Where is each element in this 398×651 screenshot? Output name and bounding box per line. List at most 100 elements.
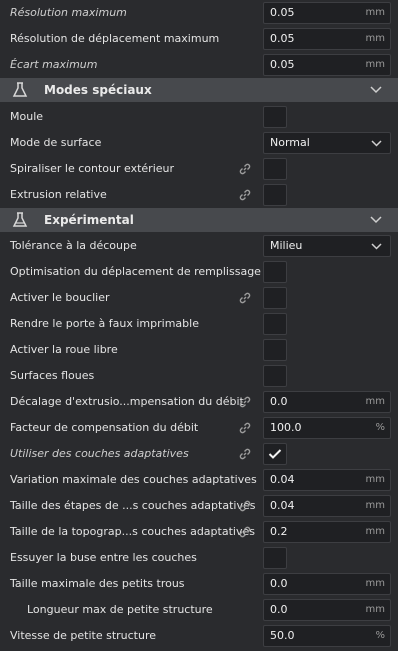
field-value: 100.0 <box>270 421 302 434</box>
setting-label: Utiliser des couches adaptatives <box>10 447 189 460</box>
coasting-checkbox[interactable] <box>263 339 287 361</box>
checkmark-icon <box>268 449 282 459</box>
adaptive-topography-input[interactable]: 0.2 mm <box>263 521 391 543</box>
small-hole-max-size-input[interactable]: 0.0 mm <box>263 573 391 595</box>
surface-mode-select[interactable]: Normal <box>263 132 391 154</box>
field-value: 0.0 <box>270 395 288 408</box>
setting-label: Écart maximum <box>10 58 98 71</box>
setting-label: Taille des étapes de ...s couches adapta… <box>10 499 256 512</box>
setting-label: Tolérance à la découpe <box>10 239 137 252</box>
field-unit: mm <box>365 59 385 70</box>
setting-row-mold: Moule <box>0 104 398 130</box>
adaptive-variation-input[interactable]: 0.04 mm <box>263 469 391 491</box>
slicing-tolerance-select[interactable]: Milieu <box>263 235 391 257</box>
setting-row-small-feature-speed: Vitesse de petite structure 50.0 % <box>0 623 398 649</box>
setting-row-small-feature-length: Longueur max de petite structure 0.0 mm <box>0 597 398 623</box>
select-value: Milieu <box>270 239 303 252</box>
setting-row-wipe-nozzle: Essuyer la buse entre les couches <box>0 545 398 571</box>
field-unit: % <box>375 630 385 641</box>
flask-icon <box>12 82 28 97</box>
mold-checkbox[interactable] <box>263 106 287 128</box>
adaptive-step-input[interactable]: 0.04 mm <box>263 495 391 517</box>
setting-label: Optimisation du déplacement de remplissa… <box>10 265 261 278</box>
setting-label: Extrusion relative <box>10 188 107 201</box>
setting-row-relative-extrusion: Extrusion relative <box>0 182 398 208</box>
section-header-experimental[interactable]: Expérimental <box>0 208 398 232</box>
flow-factor-input[interactable]: 100.0 % <box>263 417 391 439</box>
section-title: Modes spéciaux <box>44 83 152 97</box>
infill-travel-optimization-checkbox[interactable] <box>263 261 287 283</box>
setting-row-fuzzy-skin: Surfaces floues <box>0 363 398 389</box>
flow-offset-input[interactable]: 0.0 mm <box>263 391 391 413</box>
setting-label: Activer le bouclier <box>10 291 110 304</box>
setting-row-flow-offset: Décalage d'extrusio...mpensation du débi… <box>0 389 398 415</box>
setting-row-adaptive-layers: Utiliser des couches adaptatives <box>0 441 398 467</box>
field-unit: mm <box>365 604 385 615</box>
fuzzy-skin-checkbox[interactable] <box>263 365 287 387</box>
field-unit: mm <box>365 474 385 485</box>
setting-row-coasting: Activer la roue libre <box>0 337 398 363</box>
setting-label: Mode de surface <box>10 136 102 149</box>
relative-extrusion-checkbox[interactable] <box>263 184 287 206</box>
field-value: 0.2 <box>270 525 288 538</box>
chevron-down-icon[interactable] <box>370 86 382 94</box>
small-feature-length-input[interactable]: 0.0 mm <box>263 599 391 621</box>
field-unit: mm <box>365 33 385 44</box>
setting-label: Moule <box>10 110 44 123</box>
setting-label: Taille de la topograp...s couches adapta… <box>10 525 255 538</box>
setting-label: Rendre le porte à faux imprimable <box>10 317 199 330</box>
setting-label: Vitesse de petite structure <box>10 629 157 642</box>
setting-label: Essuyer la buse entre les couches <box>10 551 197 564</box>
max-resolution-input[interactable]: 0.05 mm <box>263 2 391 24</box>
section-title: Expérimental <box>44 213 134 227</box>
setting-row-max-travel-resolution: Résolution de déplacement maximum 0.05 m… <box>0 26 398 52</box>
field-unit: mm <box>365 578 385 589</box>
section-header-special-modes[interactable]: Modes spéciaux <box>0 78 398 102</box>
field-unit: mm <box>365 526 385 537</box>
field-value: 0.0 <box>270 577 288 590</box>
link-icon[interactable] <box>238 447 252 461</box>
link-icon[interactable] <box>238 188 252 202</box>
flask-icon <box>12 212 28 227</box>
field-unit: mm <box>365 500 385 511</box>
setting-row-flow-factor: Facteur de compensation du débit 100.0 % <box>0 415 398 441</box>
field-value: 0.04 <box>270 499 295 512</box>
max-deviation-input[interactable]: 0.05 mm <box>263 54 391 76</box>
select-value: Normal <box>270 136 310 149</box>
link-icon[interactable] <box>238 291 252 305</box>
chevron-down-icon <box>371 140 382 147</box>
small-feature-speed-input[interactable]: 50.0 % <box>263 625 391 647</box>
setting-row-slicing-tolerance: Tolérance à la découpe Milieu <box>0 233 398 259</box>
setting-row-small-hole-max-size: Taille maximale des petits trous 0.0 mm <box>0 571 398 597</box>
setting-label: Spiraliser le contour extérieur <box>10 162 175 175</box>
setting-label: Résolution de déplacement maximum <box>10 32 220 45</box>
link-icon[interactable] <box>238 395 252 409</box>
setting-row-max-deviation: Écart maximum 0.05 mm <box>0 52 398 78</box>
link-icon[interactable] <box>238 421 252 435</box>
setting-row-adaptive-variation: Variation maximale des couches adaptativ… <box>0 467 398 493</box>
setting-row-printable-overhang: Rendre le porte à faux imprimable <box>0 311 398 337</box>
setting-row-adaptive-step: Taille des étapes de ...s couches adapta… <box>0 493 398 519</box>
setting-row-adaptive-topography: Taille de la topograp...s couches adapta… <box>0 519 398 545</box>
setting-label: Résolution maximum <box>10 6 127 19</box>
link-icon[interactable] <box>238 499 252 513</box>
setting-label: Activer la roue libre <box>10 343 118 356</box>
printable-overhang-checkbox[interactable] <box>263 313 287 335</box>
setting-row-spiralize: Spiraliser le contour extérieur <box>0 156 398 182</box>
setting-label: Variation maximale des couches adaptativ… <box>10 473 257 486</box>
draft-shield-checkbox[interactable] <box>263 287 287 309</box>
link-icon[interactable] <box>238 162 252 176</box>
settings-panel: Résolution maximum 0.05 mm Résolution de… <box>0 0 398 651</box>
setting-row-surface-mode: Mode de surface Normal <box>0 130 398 156</box>
field-value: 0.04 <box>270 473 295 486</box>
chevron-down-icon[interactable] <box>370 216 382 224</box>
setting-label: Facteur de compensation du débit <box>10 421 199 434</box>
wipe-nozzle-checkbox[interactable] <box>263 547 287 569</box>
setting-row-draft-shield: Activer le bouclier <box>0 285 398 311</box>
setting-row-max-resolution: Résolution maximum 0.05 mm <box>0 0 398 26</box>
link-icon[interactable] <box>238 525 252 539</box>
field-unit: % <box>375 422 385 433</box>
max-travel-resolution-input[interactable]: 0.05 mm <box>263 28 391 50</box>
spiralize-checkbox[interactable] <box>263 158 287 180</box>
adaptive-layers-checkbox[interactable] <box>263 443 287 465</box>
